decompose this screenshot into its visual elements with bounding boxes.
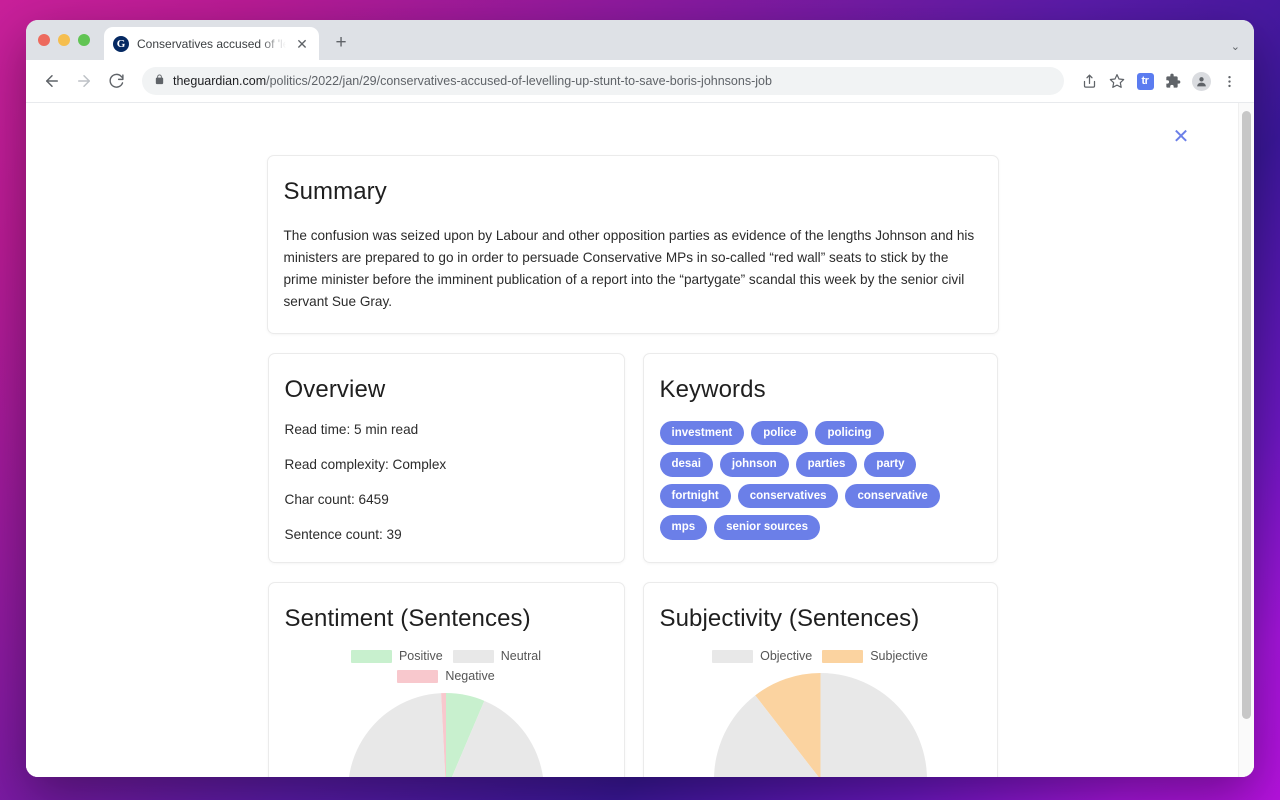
overview-char-count: Char count: 6459	[284, 492, 389, 508]
keyword-pill[interactable]: police	[751, 421, 809, 446]
guardian-favicon: G	[113, 35, 129, 52]
pie-slice-objective	[713, 673, 927, 777]
legend-label-negative: Negative	[445, 669, 495, 684]
legend-swatch-objective	[712, 649, 754, 663]
maximize-window-button[interactable]	[78, 34, 90, 46]
legend-item-negative: Negative	[397, 669, 495, 684]
subjectivity-legend: Objective Subjective	[660, 649, 981, 663]
legend-swatch-negative	[397, 669, 439, 683]
keyword-pill[interactable]: mps	[659, 515, 708, 540]
sentiment-chart-title: Sentiment (Sentences)	[284, 605, 531, 633]
overview-title: Overview	[284, 376, 386, 404]
subjectivity-chart-card: Subjectivity (Sentences) Objective Subje…	[642, 582, 998, 777]
overview-card: Overview Read time: 5 min read Read comp…	[267, 353, 625, 564]
charts-row: Sentiment (Sentences) Positive Neutral N…	[267, 582, 998, 777]
keyword-pill[interactable]: investment	[659, 421, 745, 446]
profile-avatar-icon[interactable]	[1188, 68, 1214, 94]
url-domain: theguardian.com	[173, 74, 267, 88]
keyword-pill-list: investment police policing desai johnson…	[659, 421, 942, 540]
overview-read-time: Read time: 5 min read	[284, 422, 419, 438]
browser-tab[interactable]: G Conservatives accused of 'leve ✕	[104, 27, 319, 60]
browser-menu-icon[interactable]	[1216, 68, 1242, 94]
sentiment-pie-chart	[349, 693, 543, 777]
legend-item-subjective: Subjective	[822, 649, 928, 663]
share-icon[interactable]	[1076, 68, 1102, 94]
keyword-pill[interactable]: policing	[815, 421, 884, 446]
bookmark-star-icon[interactable]	[1104, 68, 1130, 94]
overview-sentence-count: Sentence count: 39	[284, 527, 402, 543]
legend-label-objective: Objective	[760, 649, 813, 664]
forward-button[interactable]	[70, 67, 98, 95]
legend-swatch-subjective	[822, 649, 864, 663]
extension-tr-label: tr	[1136, 72, 1154, 90]
summary-card: Summary The confusion was seized upon by…	[266, 155, 999, 335]
keyword-pill[interactable]: fortnight	[659, 483, 731, 509]
keywords-card: Keywords investment police policing desa…	[642, 353, 998, 564]
keyword-pill[interactable]: desai	[659, 452, 713, 477]
browser-toolbar: theguardian.com/politics/2022/jan/29/con…	[26, 60, 1254, 103]
legend-swatch-neutral	[452, 649, 494, 663]
tab-close-icon[interactable]: ✕	[294, 36, 310, 52]
subjectivity-pie-wrap	[660, 673, 981, 777]
new-tab-button[interactable]: +	[327, 29, 355, 57]
desktop-background: G Conservatives accused of 'leve ✕ + ⌄ t…	[0, 0, 1280, 800]
overview-read-complexity: Read complexity: Complex	[284, 457, 447, 473]
tab-title: Conservatives accused of 'leve	[137, 36, 286, 51]
extension-tr-icon[interactable]: tr	[1132, 68, 1158, 94]
keyword-pill[interactable]: senior sources	[714, 515, 820, 540]
keyword-pill[interactable]: party	[864, 452, 917, 477]
legend-item-objective: Objective	[712, 649, 812, 663]
keyword-pill[interactable]: parties	[795, 452, 858, 477]
subjectivity-chart-title: Subjectivity (Sentences)	[659, 605, 920, 633]
page-scrollbar[interactable]	[1238, 103, 1254, 777]
window-traffic-lights	[38, 20, 104, 60]
url-text: theguardian.com/politics/2022/jan/29/con…	[173, 74, 772, 88]
summary-title: Summary	[283, 178, 387, 205]
reload-button[interactable]	[102, 67, 130, 95]
keyword-pill[interactable]: conservative	[845, 483, 940, 509]
toolbar-icon-group: tr	[1076, 68, 1242, 94]
url-path: /politics/2022/jan/29/conservatives-accu…	[266, 74, 772, 88]
back-button[interactable]	[38, 67, 66, 95]
legend-item-neutral: Neutral	[452, 649, 542, 664]
page-content: ✕ Summary The confusion was seized upon …	[26, 103, 1239, 777]
sentiment-legend: Positive Neutral Negative	[285, 649, 608, 683]
avatar	[1191, 71, 1211, 91]
summary-text: The confusion was seized upon by Labour …	[283, 228, 975, 310]
legend-label-positive: Positive	[398, 649, 443, 664]
close-window-button[interactable]	[38, 34, 50, 46]
minimize-window-button[interactable]	[58, 34, 70, 46]
close-panel-icon[interactable]: ✕	[1170, 126, 1192, 148]
overview-keywords-row: Overview Read time: 5 min read Read comp…	[267, 353, 998, 564]
chevron-down-icon[interactable]: ⌄	[1231, 40, 1240, 53]
subjectivity-pie-chart	[713, 673, 927, 777]
address-bar[interactable]: theguardian.com/politics/2022/jan/29/con…	[142, 67, 1064, 95]
page-viewport: ✕ Summary The confusion was seized upon …	[26, 103, 1254, 777]
keyword-pill[interactable]: conservatives	[737, 483, 839, 509]
browser-window: G Conservatives accused of 'leve ✕ + ⌄ t…	[26, 20, 1254, 777]
analysis-panel: Summary The confusion was seized upon by…	[26, 103, 1239, 777]
scrollbar-thumb[interactable]	[1242, 111, 1251, 719]
legend-item-positive: Positive	[350, 649, 443, 664]
sentiment-chart-card: Sentiment (Sentences) Positive Neutral N…	[267, 582, 625, 777]
sentiment-pie-wrap	[285, 693, 608, 777]
puzzle-extensions-icon[interactable]	[1160, 68, 1186, 94]
legend-swatch-positive	[350, 649, 392, 663]
keyword-pill[interactable]: johnson	[719, 452, 789, 477]
legend-label-subjective: Subjective	[870, 649, 928, 664]
keywords-title: Keywords	[659, 376, 766, 404]
tab-strip: G Conservatives accused of 'leve ✕ + ⌄	[26, 20, 1254, 60]
legend-label-neutral: Neutral	[500, 649, 542, 664]
lock-icon	[154, 72, 165, 90]
